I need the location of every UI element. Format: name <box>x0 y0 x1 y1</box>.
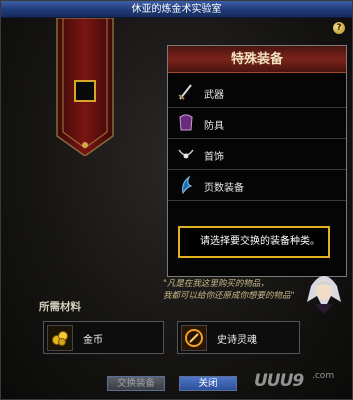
selection-tooltip: 请选择要交换的装备种类。 <box>178 226 330 258</box>
category-label: 页数装备 <box>204 183 244 194</box>
special-equipment-icon <box>176 175 196 195</box>
material-label: 史诗灵魂 <box>217 335 257 346</box>
category-label: 防具 <box>204 121 224 132</box>
category-special-equipment[interactable]: 页数装备 <box>168 170 346 201</box>
npc-quote: "凡是在我这里购买的物品， 我都可以给你还原成你想要的物品" <box>163 278 313 302</box>
watermark-text: UUU9 <box>254 371 304 391</box>
category-label: 首饰 <box>204 152 224 163</box>
equipment-category-list: 武器 防具 首饰 页数装备 <box>168 77 346 201</box>
category-armor[interactable]: 防具 <box>168 108 346 139</box>
site-watermark: UUU9 .com <box>254 367 350 397</box>
category-weapon[interactable]: 武器 <box>168 77 346 108</box>
necklace-icon <box>176 144 196 164</box>
exchange-equipment-button[interactable]: 交换装备 <box>107 376 165 391</box>
watermark-text: .com <box>312 371 335 381</box>
epic-soul-icon <box>181 325 207 351</box>
alchemy-lab-window: 休亚的炼金术实验室 ? 特殊装备 武器 防具 首饰 页数装备 请选择要交换的装备… <box>0 0 353 400</box>
npc-quote-line: 我都可以给你还原成你想要的物品" <box>163 291 295 301</box>
material-gold: 金币 <box>43 321 164 354</box>
npc-portrait <box>301 266 347 314</box>
material-label: 金币 <box>83 335 103 346</box>
armor-icon <box>176 113 196 133</box>
sword-icon <box>176 82 196 102</box>
npc-quote-line: "凡是在我这里购买的物品， <box>163 279 269 289</box>
close-button[interactable]: 关闭 <box>179 376 237 391</box>
material-epic-soul: 史诗灵魂 <box>177 321 300 354</box>
item-slot[interactable] <box>74 80 96 102</box>
panel-header: 特殊装备 <box>168 46 346 73</box>
help-button[interactable]: ? <box>333 22 345 34</box>
category-jewelry[interactable]: 首饰 <box>168 139 346 170</box>
category-label: 武器 <box>204 90 224 101</box>
materials-title: 所需材料 <box>39 301 81 313</box>
gold-coins-icon <box>47 325 73 351</box>
window-title: 休亚的炼金术实验室 <box>1 1 352 18</box>
